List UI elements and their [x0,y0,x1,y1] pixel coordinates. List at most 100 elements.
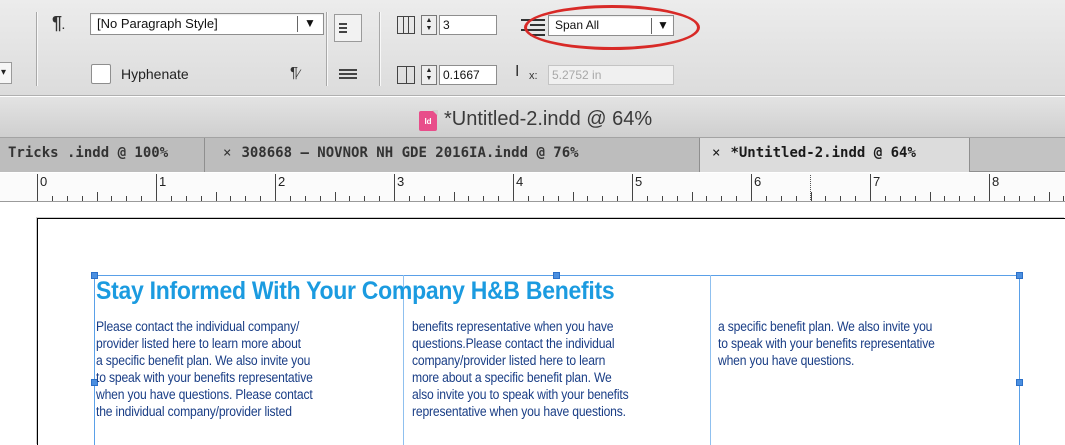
ruler-tick [126,196,127,201]
columns-field[interactable]: 3 [439,15,497,35]
ruler-tick [186,196,187,201]
ruler-tick [558,196,559,201]
ruler-number: 2 [278,174,286,189]
paragraph-style-value: [No Paragraph Style] [97,16,218,31]
ruler-tick [662,196,663,201]
ruler-tick [335,192,336,201]
ruler-tick [216,192,217,201]
text-column-1: Please contact the individual company/ p… [96,318,313,420]
ruler-tick [141,196,142,201]
ruler-tick [1049,192,1050,201]
ruler-tick [201,196,202,201]
frame-handle[interactable] [1016,379,1023,386]
ruler-number: 4 [516,174,524,189]
ruler-tick [706,196,707,201]
vertical-justification-field[interactable]: 5.2752 in [548,65,674,85]
chevron-down-icon: ▼ [304,16,316,30]
ruler-number: 6 [754,174,762,189]
text-line: a specific benefit plan. We also invite … [96,353,311,368]
ruler-tick [885,196,886,201]
document-headline: Stay Informed With Your Company H&B Bene… [96,277,615,305]
ruler-tick [811,192,812,201]
ruler-tick [930,192,931,201]
ruler-tick [156,174,157,201]
paragraph-composer-icon[interactable]: ¶⁄ [290,64,300,81]
tab-label: Tricks .indd @ 100% [8,145,169,161]
ruler-tick [52,196,53,201]
columns-stepper[interactable]: ▲ ▼ [421,15,437,35]
ruler-tick [796,196,797,201]
tab-novnor[interactable]: × 308668 – NOVNOR NH GDE 2016IA.indd @ 76… [205,138,700,172]
ruler-tick [498,196,499,201]
ruler-tick [602,196,603,201]
tab-tricks[interactable]: Tricks .indd @ 100% [0,138,205,172]
ruler-tick [275,174,276,201]
separator [326,12,328,86]
ruler-tick [483,196,484,201]
text-line: more about a specific benefit plan. We [412,370,612,385]
ruler-tick [543,196,544,201]
ruler-number: 1 [159,174,167,189]
ruler-tick [721,196,722,201]
gutter-stepper[interactable]: ▲ ▼ [421,65,437,85]
ruler-tick [424,196,425,201]
tab-label: *Untitled-2.indd @ 64% [730,145,916,161]
chevron-down-icon: ▾ [1,67,7,78]
text-line: also invite you to speak with your benef… [412,387,629,402]
indesign-document-icon: Id [419,110,438,131]
ruler-tick [900,196,901,201]
ruler-tick [944,196,945,201]
ruler-tick [230,196,231,201]
ruler-tick [573,192,574,201]
pilcrow-icon: ¶. [52,13,65,33]
align-left-button[interactable] [334,14,362,42]
ruler-tick [409,196,410,201]
ruler-tick [260,196,261,201]
text-line: questions.Please contact the individual [412,336,615,351]
ruler-tick [766,196,767,201]
truncated-dropdown[interactable]: ▾ [0,62,12,84]
ruler-number: 3 [397,174,405,189]
align-right-button[interactable] [334,60,362,88]
ruler-tick [37,174,38,201]
text-line: Please contact the individual company/ [96,319,300,334]
tab-label: 308668 – NOVNOR NH GDE 2016IA.indd @ 76% [241,145,579,161]
frame-handle[interactable] [1016,272,1023,279]
window-title: *Untitled-2.indd @ 64% [444,108,653,130]
ruler-number: 7 [873,174,881,189]
text-line: the individual company/provider listed [96,404,292,419]
separator [297,16,298,32]
ruler-tick [379,196,380,201]
ruler-tick [97,192,98,201]
paragraph-style-select[interactable]: [No Paragraph Style] ▼ [90,13,324,35]
text-line: benefits representative when you have [412,319,614,334]
column-grid-icon [397,16,415,34]
ruler-tick [171,196,172,201]
control-panel: ▾ ¶. [No Paragraph Style] ▼ Hyphenate ¶⁄… [0,0,1065,96]
separator [379,12,381,86]
ruler-tick [468,196,469,201]
close-icon[interactable]: × [223,145,231,161]
ruler-tick [394,174,395,201]
ruler-tick [736,196,737,201]
ruler-tick [751,174,752,201]
hyphenate-checkbox[interactable] [91,64,111,84]
close-icon[interactable]: × [712,145,720,161]
ruler-tick [781,196,782,201]
horizontal-ruler[interactable]: 0 1 2 3 4 5 6 7 8 [0,173,1065,202]
ruler-tick [677,196,678,201]
text-line: representative when you have questions. [412,404,626,419]
ruler-tick [320,196,321,201]
separator [36,12,38,86]
ruler-tick [840,196,841,201]
hyphenate-label: Hyphenate [121,66,189,82]
ruler-tick [305,196,306,201]
ruler-tick [587,196,588,201]
gutter-field[interactable]: 0.1667 [439,65,497,85]
ruler-tick [692,192,693,201]
ruler-tick [82,196,83,201]
column-guide [710,275,711,445]
ruler-tick [647,196,648,201]
tab-untitled-2[interactable]: × *Untitled-2.indd @ 64% [700,138,970,172]
ruler-tick [632,174,633,201]
